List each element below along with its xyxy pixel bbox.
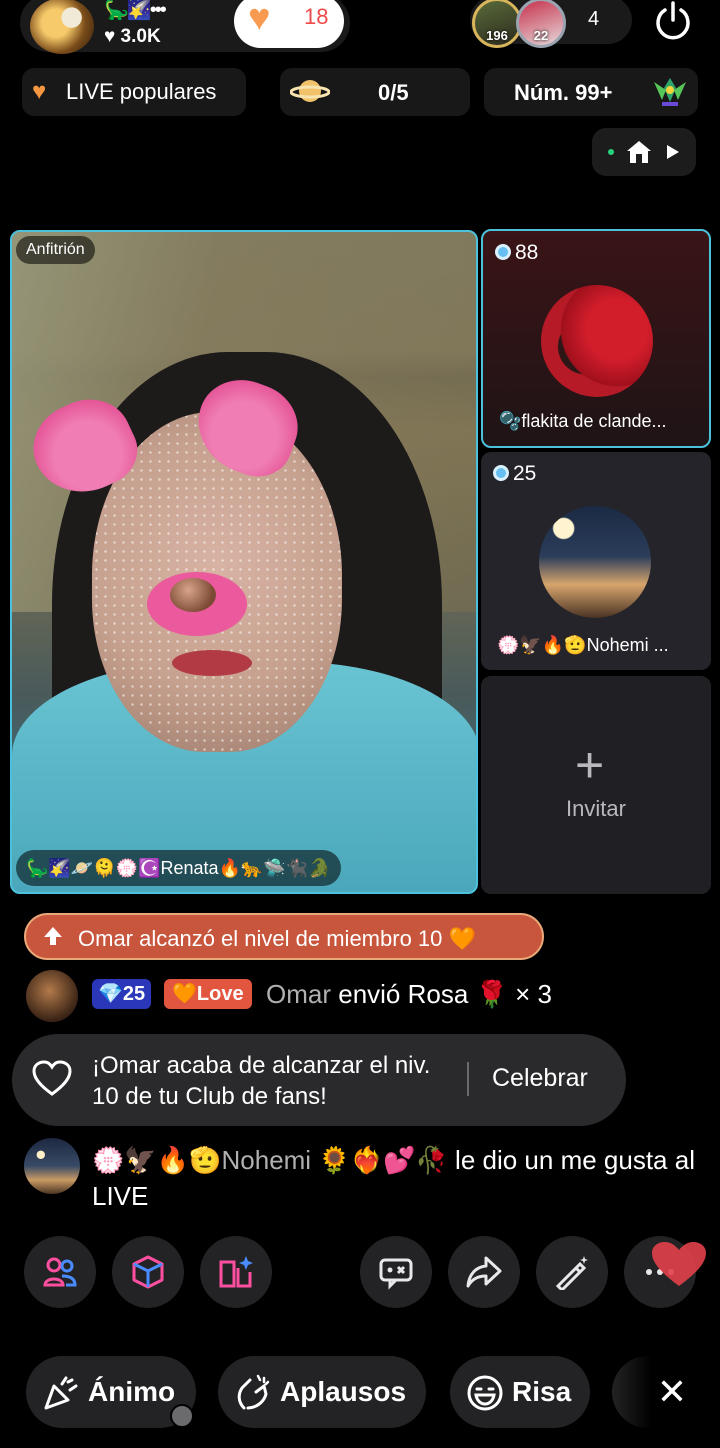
floating-heart-icon — [652, 1242, 706, 1286]
cheer-label: Ánimo — [88, 1376, 176, 1407]
gift-message: 💎25 🧡Love Omar envió Rosa 🌹 × 3 — [26, 968, 706, 1022]
close-icon[interactable]: ✕ — [650, 1370, 694, 1414]
broken-heart-icon: ♥ — [32, 78, 47, 105]
download-badge-icon — [170, 1404, 194, 1428]
guest-name: 🫧flakita de clande... — [499, 411, 667, 431]
celebrate-button[interactable]: Celebrar — [492, 1064, 588, 1093]
effects-button[interactable] — [112, 1236, 184, 1308]
love-badge: 🧡Love — [164, 979, 252, 1009]
plus-icon: + — [575, 737, 605, 793]
gift-action: envió Rosa 🌹 × 3 — [338, 979, 552, 1009]
online-dot — [608, 149, 614, 155]
level-badge: 💎25 — [92, 979, 152, 1009]
end-live-button[interactable] — [650, 0, 696, 44]
gift-text: Omar envió Rosa 🌹 × 3 — [266, 979, 552, 1010]
gem-icon — [493, 465, 509, 481]
magic-button[interactable] — [536, 1236, 608, 1308]
host-avatar[interactable] — [30, 0, 94, 54]
heart-count: 18 — [304, 4, 329, 29]
laugh-label: Risa — [512, 1376, 572, 1407]
laughing-face-icon — [467, 1375, 503, 1411]
top-viewer-avatar[interactable]: 196 — [472, 0, 522, 48]
top-viewer-avatar[interactable]: 22 — [516, 0, 566, 48]
power-icon — [656, 1, 690, 40]
planet-progress: 0/5 — [378, 80, 409, 105]
live-popular-label: LIVE populares — [66, 79, 217, 104]
live-popular-button[interactable]: ♥ LIVE populares — [22, 68, 246, 116]
user-avatar[interactable] — [24, 1138, 80, 1194]
heart-outline-icon — [32, 1060, 72, 1096]
gift-username[interactable]: Omar — [266, 979, 331, 1009]
guest-avatar — [541, 285, 653, 397]
viewer-rank-badge: 196 — [486, 28, 508, 43]
viewer-count: 4 — [588, 8, 600, 30]
room-switch-button[interactable] — [592, 128, 696, 176]
host-badges: 🦕🌠••• — [104, 0, 167, 21]
home-icon — [627, 141, 651, 163]
guest-score: 88 — [495, 241, 538, 265]
story-button[interactable] — [200, 1236, 272, 1308]
heart-icon: ♥ — [248, 0, 271, 39]
people-icon — [43, 1257, 77, 1287]
arrow-up-icon — [44, 927, 62, 945]
viewer-rank-badge: 22 — [533, 28, 549, 43]
planet-goal-button[interactable]: 0/5 — [280, 68, 470, 116]
host-like-count: ♥ 3.0K — [104, 26, 161, 47]
play-icon — [667, 145, 679, 159]
magic-wand-icon — [555, 1256, 588, 1290]
fan-club-message: ¡Omar acaba de alcanzar el niv. 10 de tu… — [92, 1052, 431, 1110]
ranking-label: Núm. 99+ — [514, 80, 613, 105]
clapping-hands-icon — [237, 1374, 270, 1410]
member-level-banner: Omar alcanzó el nivel de miembro 10 🧡 — [24, 913, 544, 960]
guest-score: 25 — [493, 462, 536, 486]
game-button[interactable] — [360, 1236, 432, 1308]
like-text: 💮🦅🔥🫡Nohemi 🌻❤️‍🔥💕🥀 le dio un me gusta al… — [92, 1142, 702, 1214]
share-icon — [466, 1256, 502, 1288]
guest-slot-1[interactable]: 88 🫧flakita de clande... — [481, 229, 711, 448]
guest-slot-2[interactable]: 25 💮🦅🔥🫡Nohemi ... — [481, 452, 711, 670]
invite-slot[interactable]: + Invitar — [481, 676, 711, 894]
party-popper-icon — [44, 1376, 78, 1410]
follow-heart-button[interactable]: ♥ 18 — [234, 0, 344, 48]
guest-avatar — [539, 506, 651, 618]
guests-button[interactable] — [24, 1236, 96, 1308]
laugh-reaction-button[interactable]: Risa — [450, 1356, 590, 1428]
cheer-reaction-button[interactable]: Ánimo — [26, 1356, 196, 1428]
trophy-wings-icon — [654, 78, 686, 106]
invite-label: Invitar — [566, 796, 626, 821]
host-mouth — [172, 650, 252, 676]
divider — [467, 1062, 469, 1096]
applause-label: Aplausos — [280, 1376, 407, 1407]
user-avatar[interactable] — [26, 970, 78, 1022]
more-reactions-button[interactable] — [612, 1356, 652, 1428]
cube-icon — [132, 1255, 164, 1289]
applause-reaction-button[interactable]: Aplausos — [218, 1356, 426, 1428]
guest-name: 💮🦅🔥🫡Nohemi ... — [497, 635, 669, 655]
fan-club-toast: ¡Omar acaba de alcanzar el niv. 10 de tu… — [12, 1034, 626, 1126]
planet-icon — [290, 80, 330, 102]
book-sparkle-icon — [219, 1256, 253, 1288]
host-name[interactable]: 🦕🌠🪐🫠💮☪️Renata🔥🐆🛸🐈‍⬛🐊 — [16, 850, 341, 886]
dog-nose-tip — [170, 578, 216, 612]
host-tag: Anfitrión — [16, 236, 95, 264]
host-video[interactable] — [10, 230, 478, 894]
gamepad-icon — [379, 1258, 413, 1290]
ranking-button[interactable]: Núm. 99+ — [484, 68, 698, 116]
share-button[interactable] — [448, 1236, 520, 1308]
member-level-text: Omar alcanzó el nivel de miembro 10 🧡 — [78, 926, 476, 951]
like-username[interactable]: 💮🦅🔥🫡Nohemi 🌻❤️‍🔥💕🥀 — [92, 1145, 448, 1175]
gem-icon — [495, 244, 511, 260]
